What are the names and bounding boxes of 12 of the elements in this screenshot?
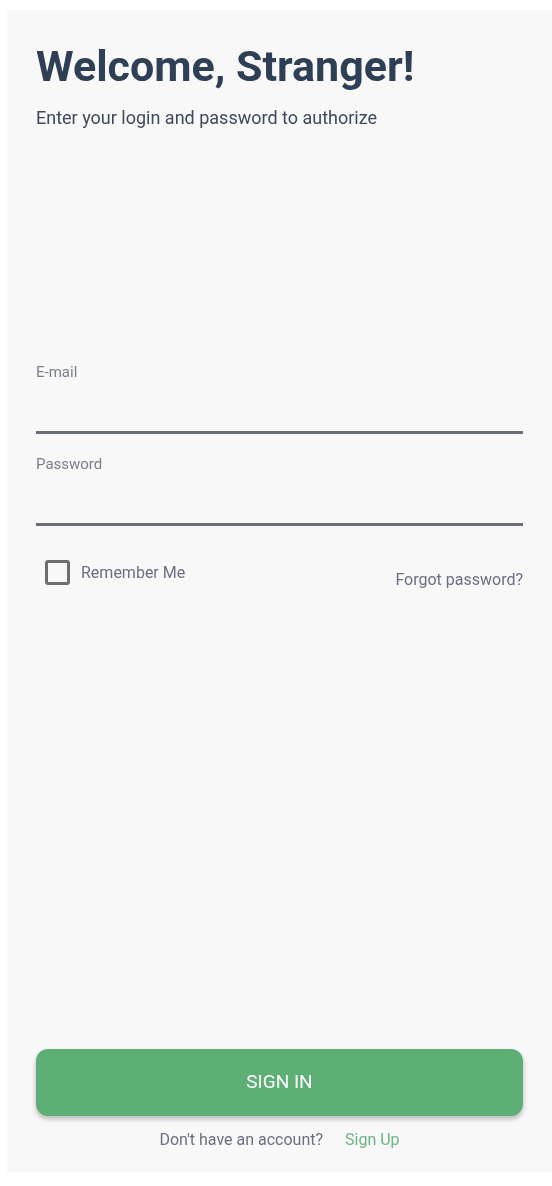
sign-up-link[interactable]: Sign Up — [345, 1130, 400, 1150]
text-field[interactable]: E-mail — [36, 362, 523, 434]
field-label: E-mail — [36, 362, 78, 382]
field-label: Password — [36, 454, 103, 474]
forgot-password-link[interactable]: Forgot password? — [395, 570, 523, 590]
remember-label: Remember Me — [81, 562, 186, 584]
signup-prompt: Don't have an account? — [159, 1130, 324, 1150]
checkbox[interactable] — [45, 560, 70, 585]
welcome-title: Welcome, Stranger! — [36, 40, 415, 92]
text-field[interactable]: Password — [36, 454, 523, 526]
sign-in-button[interactable]: SIGN IN — [36, 1049, 523, 1116]
subtitle: Enter your login and password to authorize — [36, 106, 378, 130]
